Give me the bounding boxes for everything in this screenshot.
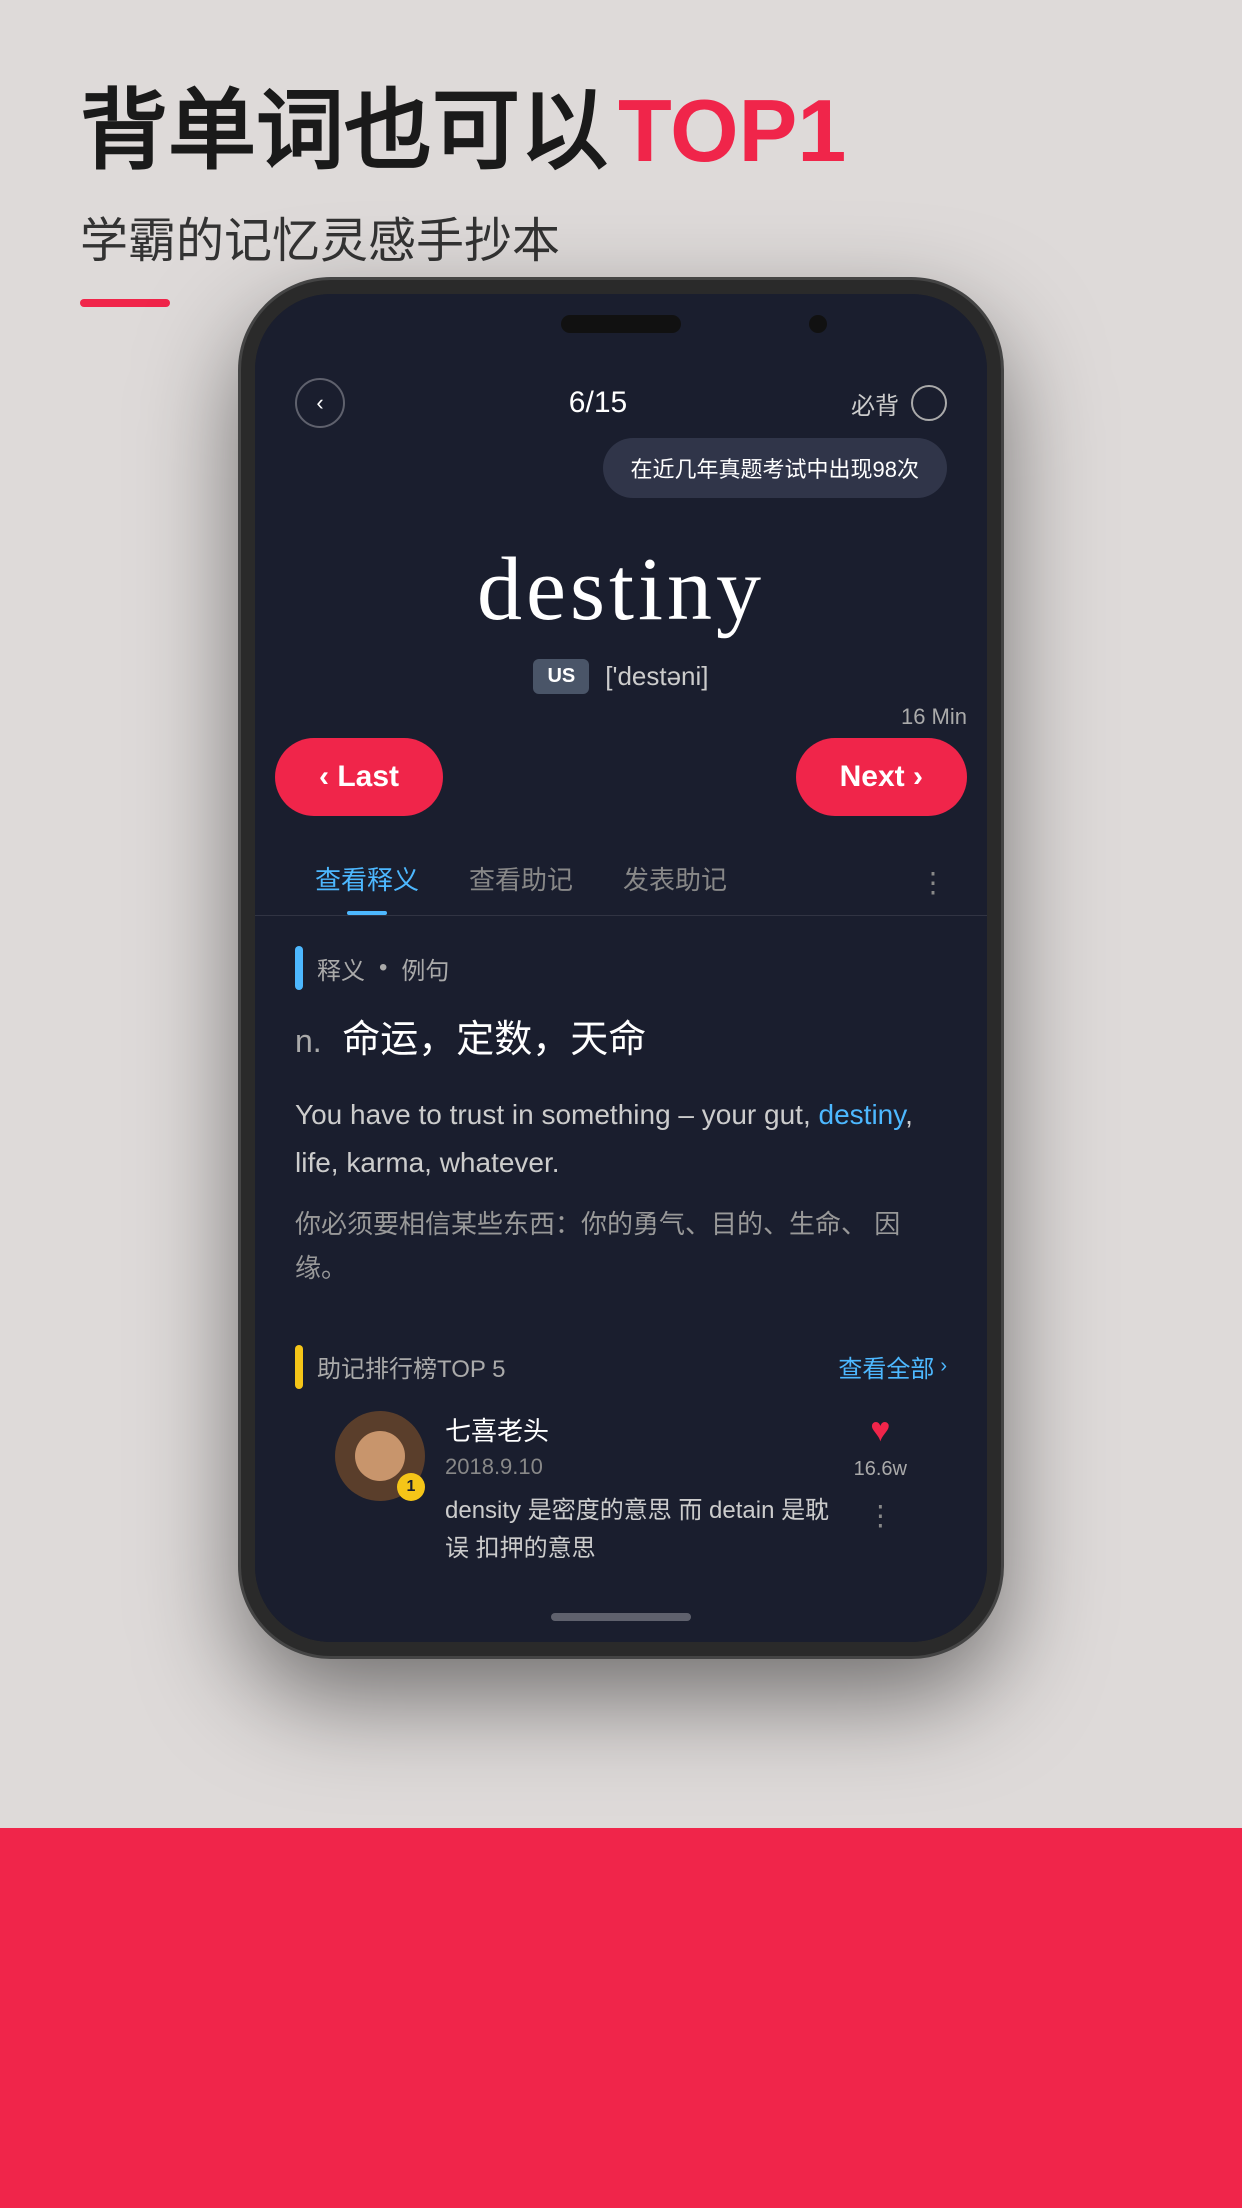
definition-bar xyxy=(295,946,303,990)
phone-wrapper: ‹ 6/15 必背 在近几年真题考试中出现98次 destiny US ['de… xyxy=(241,280,1001,1656)
chevron-right-icon: › xyxy=(940,1355,947,1378)
post-content: density 是密度的意思 而 detain 是耽误 扣押的意思 xyxy=(445,1492,834,1569)
post-date: 2018.9.10 xyxy=(445,1454,834,1480)
mute-button xyxy=(241,454,249,510)
mnemonic-bar xyxy=(295,1345,303,1389)
mnemonic-section: 助记排行榜TOP 5 查看全部 › 1 七喜老头 2018.9.1 xyxy=(255,1321,987,1593)
title-underline xyxy=(80,299,170,307)
view-all-button[interactable]: 查看全部 › xyxy=(838,1349,947,1384)
user-actions: ♥ 16.6w ⋮ xyxy=(854,1411,907,1532)
nav-row: ‹ 6/15 必背 xyxy=(255,354,987,438)
volume-up-button xyxy=(241,534,249,634)
top-area: 背单词也可以 TOP1 学霸的记忆灵感手抄本 xyxy=(80,80,846,307)
bottom-pink-bg xyxy=(0,1828,1242,2208)
user-info: 七喜老头 2018.9.10 density 是密度的意思 而 detain 是… xyxy=(445,1411,834,1569)
definition-text: n. 命运，定数，天命 xyxy=(295,1012,947,1069)
speaker xyxy=(561,315,681,333)
likes-count: 16.6w xyxy=(854,1458,907,1481)
volume-down-button xyxy=(241,654,249,754)
subtitle: 学霸的记忆灵感手抄本 xyxy=(80,201,846,271)
power-button xyxy=(993,494,1001,574)
definition-title: 释义 xyxy=(317,951,365,986)
home-indicator xyxy=(551,1613,691,1621)
main-title: 背单词也可以 TOP1 xyxy=(80,80,846,181)
word-text: destiny xyxy=(295,538,947,641)
tooltip-bubble: 在近几年真题考试中出现98次 xyxy=(603,438,947,498)
front-camera xyxy=(809,315,827,333)
page-counter: 6/15 xyxy=(569,386,627,420)
phone-screen: ‹ 6/15 必背 在近几年真题考试中出现98次 destiny US ['de… xyxy=(255,354,987,1642)
definition-header: 释义 • 例句 xyxy=(295,946,947,990)
example-chinese: 你必须要相信某些东西：你的勇气、目的、生命、 因缘。 xyxy=(295,1202,947,1290)
last-button[interactable]: ‹ Last xyxy=(275,738,443,816)
definition-meanings: 命运，定数，天命 xyxy=(342,1019,646,1061)
pronunciation-text: ['destəni] xyxy=(605,661,708,692)
pronunciation-badge: US xyxy=(533,659,589,694)
mnemonic-header: 助记排行榜TOP 5 查看全部 › xyxy=(295,1345,947,1389)
navigation-buttons: 16 Min ‹ Last Next › xyxy=(255,704,987,836)
avatar-wrapper: 1 xyxy=(335,1411,425,1501)
username: 七喜老头 xyxy=(445,1411,834,1448)
definition-section: 释义 • 例句 n. 命运，定数，天命 You have to trust in… xyxy=(255,916,987,1321)
more-options-icon[interactable]: ⋮ xyxy=(866,1499,894,1532)
must-learn-circle xyxy=(911,385,947,421)
time-label: 16 Min xyxy=(901,704,967,730)
back-button[interactable]: ‹ xyxy=(295,378,345,428)
example-english: You have to trust in something – your gu… xyxy=(295,1091,947,1186)
must-learn-toggle[interactable]: 必背 xyxy=(851,385,947,421)
mnemonic-left: 助记排行榜TOP 5 xyxy=(295,1345,505,1389)
user-card: 1 七喜老头 2018.9.10 density 是密度的意思 而 detain… xyxy=(295,1411,947,1569)
definition-dot: • xyxy=(379,954,387,982)
phone-notch xyxy=(255,294,987,354)
tab-more-button[interactable]: ⋮ xyxy=(919,866,947,899)
phone-frame: ‹ 6/15 必背 在近几年真题考试中出现98次 destiny US ['de… xyxy=(241,280,1001,1656)
tab-mnemonic[interactable]: 查看助记 xyxy=(449,850,593,915)
rank-badge: 1 xyxy=(397,1473,425,1501)
part-of-speech: n. xyxy=(295,1023,322,1059)
like-button[interactable]: ♥ xyxy=(870,1411,890,1450)
tab-post-mnemonic[interactable]: 发表助记 xyxy=(603,850,747,915)
definition-subtitle: 例句 xyxy=(401,951,449,986)
next-button[interactable]: Next › xyxy=(796,738,967,816)
tooltip-row: 在近几年真题考试中出现98次 xyxy=(255,438,987,498)
title-part1: 背单词也可以 xyxy=(80,80,608,181)
pronunciation-row: US ['destəni] xyxy=(295,659,947,694)
phone-home-bar xyxy=(255,1592,987,1642)
title-highlight: TOP1 xyxy=(618,80,846,181)
highlight-word: destiny xyxy=(819,1099,906,1130)
tab-bar: 查看释义 查看助记 发表助记 ⋮ xyxy=(255,836,987,916)
word-section: destiny US ['destəni] xyxy=(255,508,987,704)
tab-definition[interactable]: 查看释义 xyxy=(295,850,439,915)
mnemonic-title: 助记排行榜TOP 5 xyxy=(317,1349,505,1384)
